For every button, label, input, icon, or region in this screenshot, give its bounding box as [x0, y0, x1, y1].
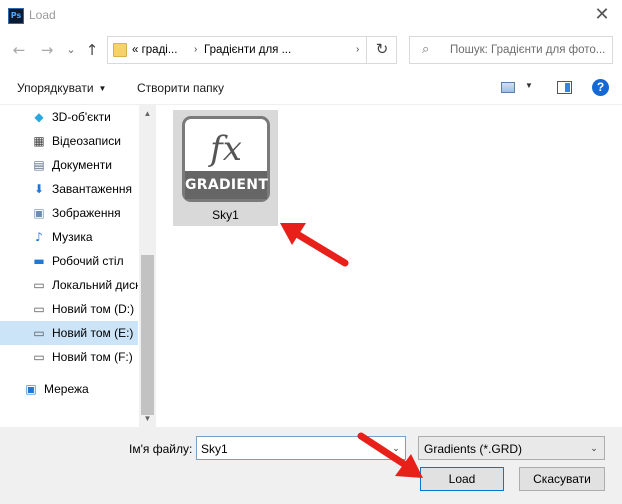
scroll-up-icon[interactable]: ▲ — [139, 105, 156, 122]
sidebar-item[interactable]: ▭ Локальний диск — [0, 273, 138, 297]
sidebar-item-label: Документи — [52, 158, 112, 172]
sidebar-item-label: 3D-об'єкти — [52, 110, 111, 124]
sidebar-item-label: Новий том (D:) — [52, 302, 135, 316]
load-button[interactable]: Load — [420, 467, 504, 491]
filename-input[interactable]: Sky1 ⌄ — [196, 436, 406, 460]
search-placeholder: Пошук: Градієнти для фото... — [450, 44, 606, 56]
sidebar-item[interactable]: ▤ Документи — [0, 153, 138, 177]
sidebar-item[interactable]: ⬇ Завантаження — [0, 177, 138, 201]
change-view-icon[interactable] — [501, 82, 515, 93]
sidebar-item[interactable]: ▭ Новий том (E:) — [0, 321, 138, 345]
cube-icon: ◆ — [34, 110, 44, 124]
file-item-sky1[interactable]: fx GRADIENT Sky1 — [173, 110, 278, 226]
breadcrumb-parent[interactable]: « граді... — [132, 44, 177, 56]
navigation-bar: ← → ⌄ ↑ « граді... › Градієнти для ... ›… — [0, 31, 622, 71]
forward-arrow-icon[interactable]: → — [38, 41, 56, 59]
view-options-arrow-icon[interactable]: ▼ — [525, 81, 533, 90]
window-title: Load — [29, 8, 56, 22]
up-arrow-icon[interactable]: ↑ — [83, 41, 101, 59]
breadcrumb-chevron-icon[interactable]: › — [356, 44, 359, 55]
sidebar-item-label: Зображення — [52, 206, 121, 220]
file-name: Sky1 — [212, 208, 239, 222]
breadcrumb-current[interactable]: Градієнти для ... — [204, 44, 291, 56]
organize-label: Упорядкувати — [17, 81, 94, 95]
filetype-value: Gradients (*.GRD) — [424, 442, 523, 456]
document-icon: ▤ — [33, 158, 45, 172]
gradient-caption: GRADIENT — [185, 171, 268, 199]
scroll-down-icon[interactable]: ▼ — [139, 410, 156, 427]
new-folder-button[interactable]: Створити папку — [137, 81, 224, 95]
navigation-pane: ◆ 3D-об'єкти ▦ Відеозаписи ▤ Документи ⬇ Завант… — [0, 105, 156, 427]
search-box[interactable]: ⌕ Пошук: Градієнти для фото... — [409, 36, 613, 64]
folder-icon — [113, 43, 127, 57]
sidebar-item[interactable]: ◆ 3D-об'єкти — [0, 105, 138, 129]
file-list-area: fx GRADIENT Sky1 — [156, 105, 622, 427]
organize-button[interactable]: Упорядкувати ▼ — [17, 81, 106, 95]
sidebar-item-label: Мережа — [44, 382, 89, 396]
chevron-down-icon[interactable]: ⌄ — [387, 437, 405, 459]
dropdown-arrow-icon: ▼ — [98, 84, 107, 93]
sidebar-item[interactable]: ▦ Відеозаписи — [0, 129, 138, 153]
desktop-icon: ▬ — [33, 254, 45, 268]
sidebar-item[interactable]: ♪ Музика — [0, 225, 138, 249]
drive-icon: ▭ — [33, 326, 45, 340]
preview-pane-icon[interactable] — [557, 81, 572, 94]
filename-label: Ім'я файлу: — [129, 442, 193, 456]
command-toolbar: Упорядкувати ▼ Створити папку ▼ ? — [0, 71, 622, 105]
sidebar-item[interactable]: ▭ Новий том (F:) — [0, 345, 138, 369]
film-icon: ▦ — [33, 134, 45, 148]
recent-locations-chevron-icon[interactable]: ⌄ — [62, 41, 80, 59]
sidebar-item[interactable]: ▣ Зображення — [0, 201, 138, 225]
refresh-icon[interactable]: ↻ — [366, 36, 397, 64]
sidebar-item-label: Музика — [52, 230, 93, 244]
fx-symbol: fx — [210, 129, 242, 169]
scrollbar-thumb[interactable] — [141, 255, 154, 415]
filename-value: Sky1 — [201, 442, 228, 456]
sidebar-item-label: Новий том (E:) — [52, 326, 134, 340]
back-arrow-icon[interactable]: ← — [10, 41, 28, 59]
gradient-file-icon: fx GRADIENT — [182, 116, 270, 202]
download-icon: ⬇ — [33, 182, 45, 196]
title-bar: Ps Load ✕ — [0, 0, 622, 31]
photoshop-app-icon: Ps — [8, 8, 24, 24]
sidebar-item-label: Відеозаписи — [52, 134, 121, 148]
breadcrumb-chevron-icon[interactable]: › — [194, 44, 197, 55]
local-disk-icon: ▭ — [33, 278, 45, 292]
sidebar-item-label: Робочий стіл — [52, 254, 124, 268]
drive-icon: ▭ — [33, 302, 45, 316]
drive-icon: ▭ — [33, 350, 45, 364]
picture-icon: ▣ — [33, 206, 45, 220]
filetype-select[interactable]: Gradients (*.GRD) ⌄ — [418, 436, 605, 460]
sidebar-item-label: Завантаження — [52, 182, 132, 196]
sidebar-item[interactable]: ▭ Новий том (D:) — [0, 297, 138, 321]
sidebar-item-label: Новий том (F:) — [52, 350, 133, 364]
cancel-button[interactable]: Скасувати — [519, 467, 605, 491]
dialog-footer: Ім'я файлу: Sky1 ⌄ Gradients (*.GRD) ⌄ L… — [0, 427, 622, 504]
network-icon: ▣ — [25, 382, 37, 396]
sidebar-item[interactable]: ▣ Мережа — [0, 377, 130, 401]
search-icon: ⌕ — [422, 42, 430, 57]
music-icon: ♪ — [35, 230, 43, 244]
help-icon[interactable]: ? — [592, 79, 609, 96]
chevron-down-icon: ⌄ — [590, 443, 598, 453]
sidebar-scrollbar[interactable]: ▲ ▼ — [139, 105, 156, 427]
close-icon[interactable]: ✕ — [590, 3, 614, 27]
sidebar-item-label: Локальний диск — [52, 278, 138, 292]
sidebar-item[interactable]: ▬ Робочий стіл — [0, 249, 138, 273]
address-bar[interactable]: « граді... › Градієнти для ... › — [107, 36, 397, 64]
